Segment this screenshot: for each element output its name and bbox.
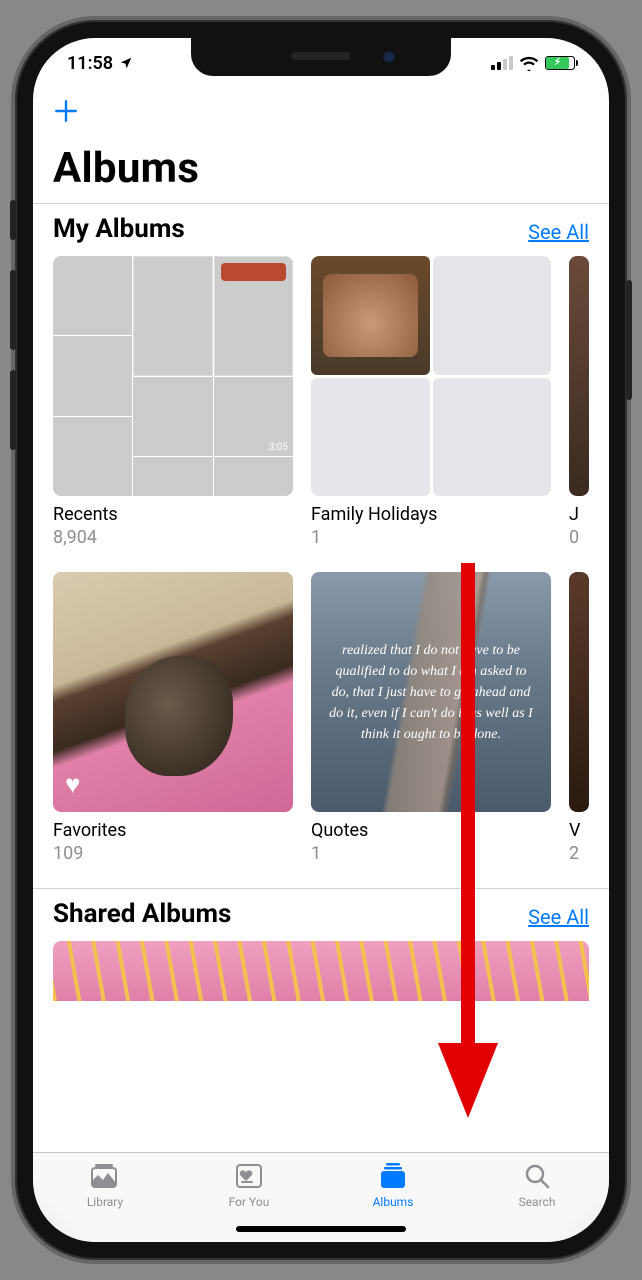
album-name: Family Holidays: [311, 504, 551, 525]
album-row-1[interactable]: Recents 8,904 Family Holidays 1 J 0: [33, 256, 609, 572]
shared-album-thumbnail[interactable]: [53, 941, 589, 1001]
section-header-shared-albums: Shared Albums See All: [33, 888, 609, 941]
album-name: J: [569, 504, 589, 525]
album-count: 0: [569, 527, 589, 548]
see-all-shared-albums[interactable]: See All: [528, 905, 589, 929]
volume-up: [10, 270, 16, 350]
album-thumbnail: [311, 256, 551, 496]
mute-switch: [10, 200, 16, 240]
cellular-signal-icon: [491, 56, 513, 70]
volume-down: [10, 370, 16, 450]
section-title: Shared Albums: [53, 899, 231, 929]
album-favorites[interactable]: ♥ Favorites 109: [53, 572, 293, 864]
album-thumbnail: realized that I do not have to be qualif…: [311, 572, 551, 812]
album-family-holidays[interactable]: Family Holidays 1: [311, 256, 551, 548]
tab-search[interactable]: Search: [465, 1161, 609, 1242]
tab-library[interactable]: Library: [33, 1161, 177, 1242]
device-frame: 11:58 ⚡︎ Albums My Albums Se: [15, 20, 627, 1260]
battery-icon: ⚡︎: [545, 56, 575, 70]
add-album-button[interactable]: [53, 96, 79, 130]
album-name: Favorites: [53, 820, 293, 841]
tab-label: Library: [87, 1195, 123, 1209]
album-count: 8,904: [53, 527, 293, 548]
album-thumbnail: [53, 256, 293, 496]
section-header-my-albums: My Albums See All: [33, 203, 609, 256]
album-name: Recents: [53, 504, 293, 525]
see-all-my-albums[interactable]: See All: [528, 220, 589, 244]
wifi-icon: [519, 55, 539, 71]
home-indicator[interactable]: [236, 1226, 406, 1232]
albums-stack-icon: [377, 1161, 409, 1191]
heart-card-icon: [233, 1161, 265, 1191]
plus-icon: [53, 98, 79, 124]
album-thumbnail: [569, 256, 589, 496]
screen: 11:58 ⚡︎ Albums My Albums Se: [33, 38, 609, 1242]
album-count: 1: [311, 527, 551, 548]
page-title: Albums: [33, 138, 609, 203]
album-thumbnail: [569, 572, 589, 812]
power-button: [626, 280, 632, 400]
album-name: Quotes: [311, 820, 551, 841]
section-title: My Albums: [53, 214, 185, 244]
tab-label: Search: [519, 1195, 556, 1209]
album-count: 109: [53, 843, 293, 864]
photo-stack-icon: [89, 1161, 121, 1191]
album-count: 2: [569, 843, 589, 864]
album-recents[interactable]: Recents 8,904: [53, 256, 293, 548]
nav-bar: [33, 88, 609, 138]
album-row-2[interactable]: ♥ Favorites 109 realized that I do not h…: [33, 572, 609, 888]
album-count: 1: [311, 843, 551, 864]
tab-label: Albums: [373, 1195, 414, 1209]
album-quotes[interactable]: realized that I do not have to be qualif…: [311, 572, 551, 864]
location-icon: [119, 56, 133, 70]
status-time: 11:58: [67, 53, 113, 74]
album-thumbnail: ♥: [53, 572, 293, 812]
notch: [191, 38, 451, 76]
album-peek-2[interactable]: V 2: [569, 572, 589, 864]
content-scroll[interactable]: My Albums See All Recents 8,904: [33, 203, 609, 1152]
album-name: V: [569, 820, 589, 841]
album-peek-1[interactable]: J 0: [569, 256, 589, 548]
quote-text: realized that I do not have to be qualif…: [329, 640, 533, 745]
search-icon: [521, 1161, 553, 1191]
tab-label: For You: [229, 1195, 270, 1209]
heart-icon: ♥: [65, 769, 80, 800]
